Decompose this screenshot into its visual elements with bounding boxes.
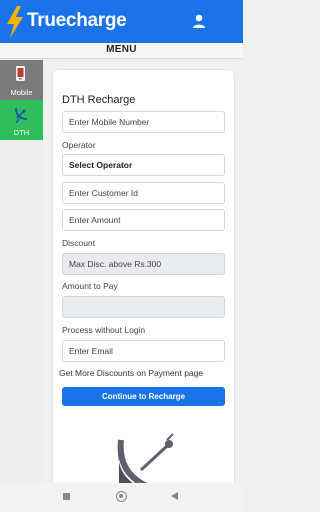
amount-to-pay-field [62,296,225,318]
discount-label: Discount [62,238,96,248]
lightning-bolt-icon [7,6,23,38]
amount-input[interactable] [63,210,224,230]
dth-recharge-card: DTH Recharge Operator Select Operator Di… [53,70,234,490]
sidebar: Mobile DTH [0,59,43,483]
amount-to-pay-label: Amount to Pay [62,281,118,291]
recent-apps-icon[interactable] [63,493,70,500]
sidebar-item-dth[interactable]: DTH [0,100,43,140]
page-title: DTH Recharge [62,94,136,106]
satellite-dish-illustration [117,433,174,490]
discount-field [62,253,225,275]
continue-to-recharge-button[interactable]: Continue to Recharge [62,387,225,406]
customer-id-field[interactable] [62,182,225,204]
amount-to-pay-input [63,297,224,317]
amount-field[interactable] [62,209,225,231]
discount-note: Get More Discounts on Payment page [59,368,204,378]
customer-id-input[interactable] [63,183,224,203]
home-icon[interactable] [116,491,127,502]
menu-label: MENU [106,44,137,55]
mobile-phone-icon [16,66,25,81]
process-without-login-label: Process without Login [62,325,146,335]
back-icon[interactable] [171,492,178,500]
email-field[interactable] [62,340,225,362]
app-header: Truecharge [0,0,243,43]
satellite-dish-icon [15,107,28,123]
operator-label: Operator [62,140,96,150]
app-logo-text: Truecharge [27,10,127,31]
mobile-number-input[interactable] [63,112,224,132]
discount-input [63,254,224,274]
operator-select[interactable]: Select Operator [62,154,225,176]
sidebar-item-label: Mobile [10,88,33,97]
sidebar-item-mobile[interactable]: Mobile [0,60,43,100]
user-icon[interactable] [191,13,207,29]
sidebar-item-label: DTH [13,128,30,137]
menu-bar[interactable]: MENU [0,43,243,59]
email-input[interactable] [63,341,224,361]
mobile-number-field[interactable] [62,111,225,133]
system-navigation-bar [0,483,243,512]
